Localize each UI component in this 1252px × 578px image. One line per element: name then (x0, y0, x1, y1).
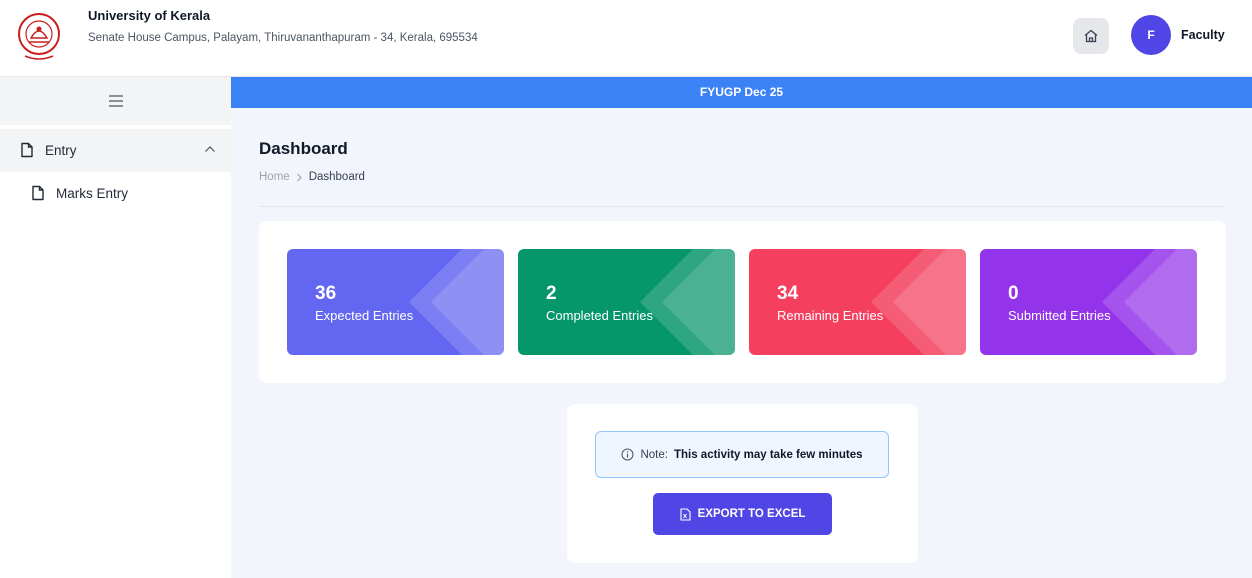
stat-label: Remaining Entries (777, 308, 884, 323)
user-avatar[interactable]: F (1131, 15, 1171, 55)
export-panel: Note: This activity may take few minutes… (567, 404, 918, 563)
stat-value: 36 (315, 283, 337, 304)
stat-value: 34 (777, 283, 799, 304)
excel-file-icon (680, 507, 691, 521)
stat-card-remaining: 34 Remaining Entries (749, 249, 966, 355)
export-to-excel-button[interactable]: EXPORT TO EXCEL (653, 493, 832, 535)
stat-label: Submitted Entries (1008, 308, 1111, 323)
sidebar-group-entry[interactable]: Entry (0, 129, 231, 172)
breadcrumb: Home Dashboard (259, 171, 365, 183)
stat-card-submitted: 0 Submitted Entries (980, 249, 1197, 355)
stat-value: 2 (546, 283, 557, 304)
session-banner: FYUGP Dec 25 (231, 77, 1252, 108)
sidebar-toggle[interactable] (0, 77, 231, 125)
university-seal-icon (18, 13, 60, 60)
user-role-label[interactable]: Faculty (1181, 28, 1225, 42)
hamburger-menu-icon (108, 95, 123, 107)
top-header: University of Kerala Senate House Campus… (0, 0, 1252, 77)
note-prefix: Note: (640, 448, 668, 461)
sidebar-item-marks-entry[interactable]: Marks Entry (0, 177, 231, 211)
breadcrumb-current: Dashboard (308, 171, 365, 183)
info-icon (621, 448, 634, 461)
export-button-label: EXPORT TO EXCEL (697, 508, 806, 520)
stat-card-expected: 36 Expected Entries (287, 249, 504, 355)
header-divider (259, 206, 1225, 207)
sidebar: Entry Marks Entry (0, 77, 231, 578)
page-title: Dashboard (259, 139, 348, 158)
sidebar-item-label: Marks Entry (56, 186, 129, 201)
stat-label: Completed Entries (546, 308, 653, 323)
stat-card-completed: 2 Completed Entries (518, 249, 735, 355)
note-text: This activity may take few minutes (673, 448, 863, 461)
file-icon (21, 142, 33, 158)
home-button[interactable] (1073, 18, 1109, 54)
sidebar-group-label: Entry (45, 143, 77, 158)
chevron-up-icon (205, 146, 215, 152)
note-alert: Note: This activity may take few minutes (595, 431, 889, 478)
stat-label: Expected Entries (315, 308, 414, 323)
stat-value: 0 (1008, 283, 1019, 304)
chevron-right-icon (296, 173, 302, 181)
breadcrumb-home-link[interactable]: Home (259, 171, 290, 183)
stats-panel: 36 Expected Entries 2 Completed Entries … (259, 221, 1226, 383)
university-address: Senate House Campus, Palayam, Thiruvanan… (88, 32, 478, 44)
university-name: University of Kerala (88, 8, 211, 23)
home-icon (1084, 29, 1098, 43)
file-icon (32, 185, 44, 201)
